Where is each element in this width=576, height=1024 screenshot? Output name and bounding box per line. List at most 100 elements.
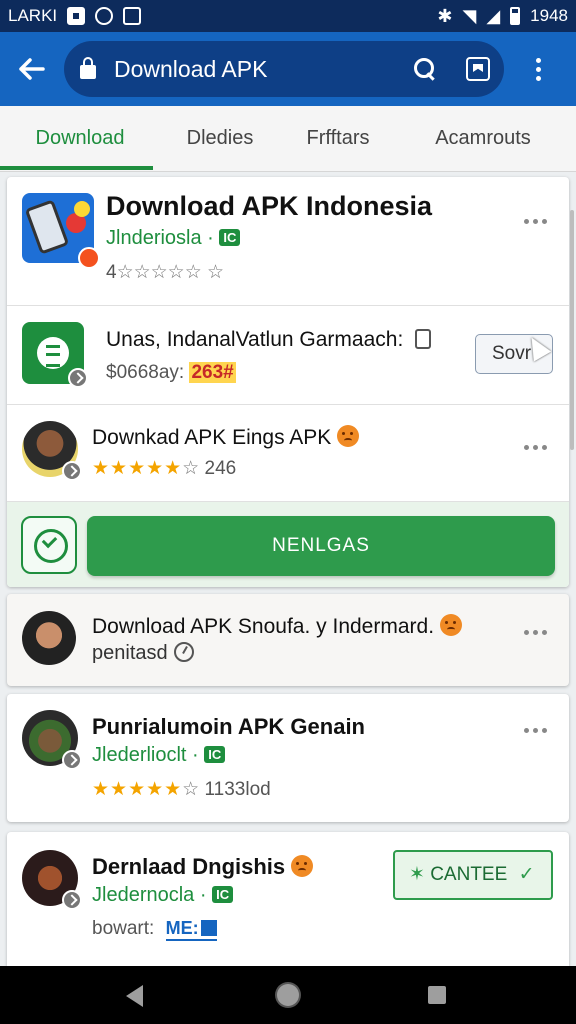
rating-row: ★★★★★☆ 246 (92, 457, 236, 480)
avatar (22, 611, 76, 665)
list-item[interactable]: Dernlaad Dngishis Jledernocla · IC bowar… (7, 832, 569, 966)
subtitle-row: penitasd (92, 642, 194, 665)
more-options-icon[interactable] (524, 445, 547, 450)
rating-stars-filled: ★★★★★ (92, 458, 183, 479)
nav-home-icon[interactable] (277, 984, 299, 1006)
editor-badge: IC (204, 746, 226, 763)
developer-name: Jlederlioclt · (92, 744, 199, 766)
tab-frfftars[interactable]: Frfftars (280, 106, 396, 172)
star-icon: ✶ (409, 864, 425, 885)
scrollbar[interactable] (570, 210, 574, 450)
cantee-button[interactable]: ✶ CANTEE ✓ (393, 850, 553, 900)
more-vert-icon[interactable] (518, 32, 558, 106)
search-icon[interactable] (414, 58, 436, 80)
app-title-text: Download APK Snoufa. y Indermard. (92, 615, 435, 638)
app-title-text: Downkad APK Eings APK (92, 426, 332, 449)
wifi-icon: ◥ (462, 6, 477, 26)
gallery-icon (123, 7, 142, 25)
rating-stars-empty: ☆ (182, 779, 200, 800)
whatsapp-icon[interactable] (21, 516, 77, 574)
notification-icon (67, 7, 86, 25)
app-title: Download APK Snoufa. y Indermard. (92, 614, 463, 639)
rating-count: 246 (204, 458, 237, 479)
install-button[interactable]: NENLGAS (87, 516, 555, 576)
checkmark-icon: ✓ (518, 864, 535, 885)
developer-row: Jledernocla · IC (92, 884, 234, 907)
brand-logo: ME: (165, 918, 217, 941)
badge-icon (78, 247, 100, 269)
sync-icon (95, 7, 114, 25)
developer-name: Jledernocla · (92, 884, 207, 906)
rating-stars: ☆☆☆☆☆ ☆ (116, 262, 225, 283)
developer-row: Jlederlioclt · IC (92, 744, 226, 767)
app-icon (22, 322, 88, 388)
avatar (22, 850, 82, 910)
verified-badge-icon (68, 368, 88, 388)
brand-text: ME: (165, 918, 199, 938)
back-arrow-icon[interactable] (0, 32, 64, 106)
list-item[interactable]: Downkad APK Eings APK ★★★★★☆ 246 (7, 405, 569, 501)
system-nav-bar (0, 966, 576, 1024)
clock: 1948 (530, 6, 568, 25)
more-options-icon[interactable] (524, 630, 547, 635)
tab-bar: Download Dledies Frfftars Acamrouts (0, 106, 576, 172)
verified-badge-icon (62, 890, 82, 910)
info-icon (415, 329, 432, 349)
app-title: Unas, IndanalVatlun Garmaach: (106, 328, 432, 352)
price-value: 263# (189, 362, 236, 383)
app-icon (22, 193, 100, 269)
editor-badge: IC (212, 886, 234, 903)
rating-stars-empty: ☆ (182, 458, 200, 479)
tab-dledies[interactable]: Dledies (160, 106, 280, 172)
editor-badge: IC (219, 229, 241, 246)
status-bar: LARKI ✱ ◥ ◢ 1948 (0, 0, 576, 32)
list-item[interactable]: Unas, IndanalVatlun Garmaach: $0668ay: 2… (7, 306, 569, 404)
app-title: Downkad APK Eings APK (92, 425, 360, 450)
price-label: $0668ay: (106, 362, 185, 383)
emoji-icon (337, 425, 360, 447)
developer-row: Jlnderiosla · IC (106, 227, 241, 250)
list-item[interactable]: Download APK Indonesia Jlnderiosla · IC … (7, 177, 569, 305)
verified-badge-icon (62, 461, 82, 481)
nav-recents-icon[interactable] (428, 986, 446, 1004)
meta-label: bowart: (92, 918, 155, 939)
price-row: $0668ay: 263# (106, 362, 236, 384)
battery-icon (510, 7, 521, 25)
more-options-icon[interactable] (524, 219, 547, 224)
url-text[interactable]: Download APK (114, 56, 414, 83)
signal-icon: ◢ (486, 6, 501, 26)
bookmark-icon[interactable] (466, 57, 490, 81)
verified-badge-icon (62, 750, 82, 770)
nav-back-icon[interactable] (126, 985, 143, 1007)
list-item[interactable]: Download APK Snoufa. y Indermard. penita… (7, 594, 569, 686)
browser-toolbar: Download APK (0, 32, 576, 106)
rating-row: ★★★★★☆ 1133lod (92, 778, 271, 801)
app-list-card: Download APK Indonesia Jlnderiosla · IC … (7, 177, 569, 587)
app-title: Dernlaad Dngishis (92, 854, 314, 880)
rating-row: 4☆☆☆☆☆ ☆ (106, 261, 224, 284)
rating-stars-filled: ★★★★★ (92, 779, 183, 800)
address-bar[interactable]: Download APK (64, 41, 504, 97)
bluetooth-icon: ✱ (437, 6, 453, 26)
loading-icon (173, 642, 194, 662)
emoji-icon (440, 614, 463, 636)
lock-icon (80, 57, 96, 79)
list-item[interactable]: Punrialumoin APK Genain Jlederlioclt · I… (7, 694, 569, 822)
app-title-text: Unas, IndanalVatlun Garmaach: (106, 328, 404, 351)
meta-row: bowart: ME: (92, 918, 217, 941)
cantee-label: CANTEE (430, 864, 508, 885)
active-tab-indicator (0, 166, 153, 170)
tab-download[interactable]: Download (0, 106, 160, 172)
avatar (22, 710, 82, 770)
carrier-label: LARKI (8, 6, 58, 25)
developer-name: Jlnderiosla · (106, 227, 214, 249)
more-options-icon[interactable] (524, 728, 547, 733)
rating-count: 1133lod (204, 779, 271, 800)
emoji-icon (291, 855, 314, 877)
subtitle-text: penitasd (92, 642, 168, 664)
app-title: Punrialumoin APK Genain (92, 714, 365, 739)
tab-acamrouts[interactable]: Acamrouts (400, 106, 566, 172)
app-title: Download APK Indonesia (106, 191, 433, 221)
rating-value: 4 (106, 262, 117, 283)
app-title-text: Dernlaad Dngishis (92, 854, 286, 879)
